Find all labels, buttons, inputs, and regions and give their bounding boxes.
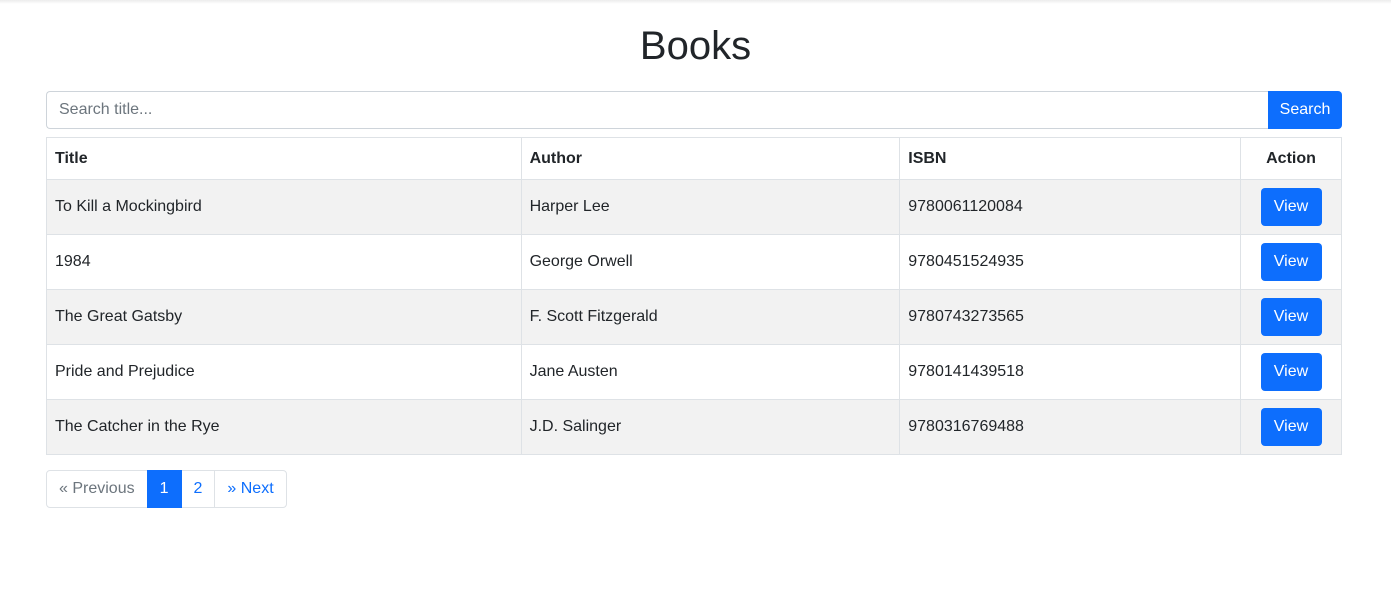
search-button[interactable]: Search: [1268, 91, 1342, 129]
book-title-cell: The Catcher in the Rye: [46, 399, 522, 455]
book-author-cell: Harper Lee: [520, 179, 901, 235]
column-header-author: Author: [520, 137, 901, 180]
book-author-cell: George Orwell: [520, 234, 901, 290]
column-header-action: Action: [1240, 137, 1342, 180]
table-header-row: Title Author ISBN Action: [46, 137, 1342, 180]
search-form: Search: [46, 91, 1342, 129]
view-button[interactable]: View: [1260, 353, 1322, 391]
action-cell: View: [1240, 399, 1342, 455]
table-row: The Catcher in the Rye J.D. Salinger 978…: [46, 399, 1342, 455]
view-button[interactable]: View: [1260, 408, 1322, 446]
book-author-cell: J.D. Salinger: [520, 399, 901, 455]
action-cell: View: [1240, 344, 1342, 400]
action-cell: View: [1240, 234, 1342, 290]
book-author-cell: F. Scott Fitzgerald: [520, 289, 901, 345]
table-row: The Great Gatsby F. Scott Fitzgerald 978…: [46, 289, 1342, 345]
books-table: Title Author ISBN Action To Kill a Mocki…: [46, 137, 1342, 455]
table-row: Pride and Prejudice Jane Austen 97801414…: [46, 344, 1342, 400]
action-cell: View: [1240, 179, 1342, 235]
book-title-cell: Pride and Prejudice: [46, 344, 522, 400]
column-header-title: Title: [46, 137, 522, 180]
book-author-cell: Jane Austen: [520, 344, 901, 400]
book-isbn-cell: 9780141439518: [899, 344, 1242, 400]
pagination-previous[interactable]: « Previous: [46, 470, 148, 508]
book-isbn-cell: 9780743273565: [899, 289, 1242, 345]
book-isbn-cell: 9780061120084: [899, 179, 1242, 235]
pagination: « Previous 1 2 » Next: [46, 470, 287, 508]
book-title-cell: The Great Gatsby: [46, 289, 522, 345]
view-button[interactable]: View: [1260, 188, 1322, 226]
book-title-cell: To Kill a Mockingbird: [46, 179, 522, 235]
book-isbn-cell: 9780316769488: [899, 399, 1242, 455]
pagination-page-1[interactable]: 1: [146, 470, 182, 508]
book-isbn-cell: 9780451524935: [899, 234, 1242, 290]
view-button[interactable]: View: [1260, 243, 1322, 281]
page-title: Books: [639, 24, 752, 68]
book-title-cell: 1984: [46, 234, 522, 290]
search-input[interactable]: [46, 91, 1268, 129]
action-cell: View: [1240, 289, 1342, 345]
pagination-page-2[interactable]: 2: [180, 470, 216, 508]
table-row: 1984 George Orwell 9780451524935 View: [46, 234, 1342, 290]
table-row: To Kill a Mockingbird Harper Lee 9780061…: [46, 179, 1342, 235]
top-shadow-bar: [0, 0, 1391, 4]
pagination-next[interactable]: » Next: [214, 470, 287, 508]
column-header-isbn: ISBN: [899, 137, 1242, 180]
view-button[interactable]: View: [1260, 298, 1322, 336]
